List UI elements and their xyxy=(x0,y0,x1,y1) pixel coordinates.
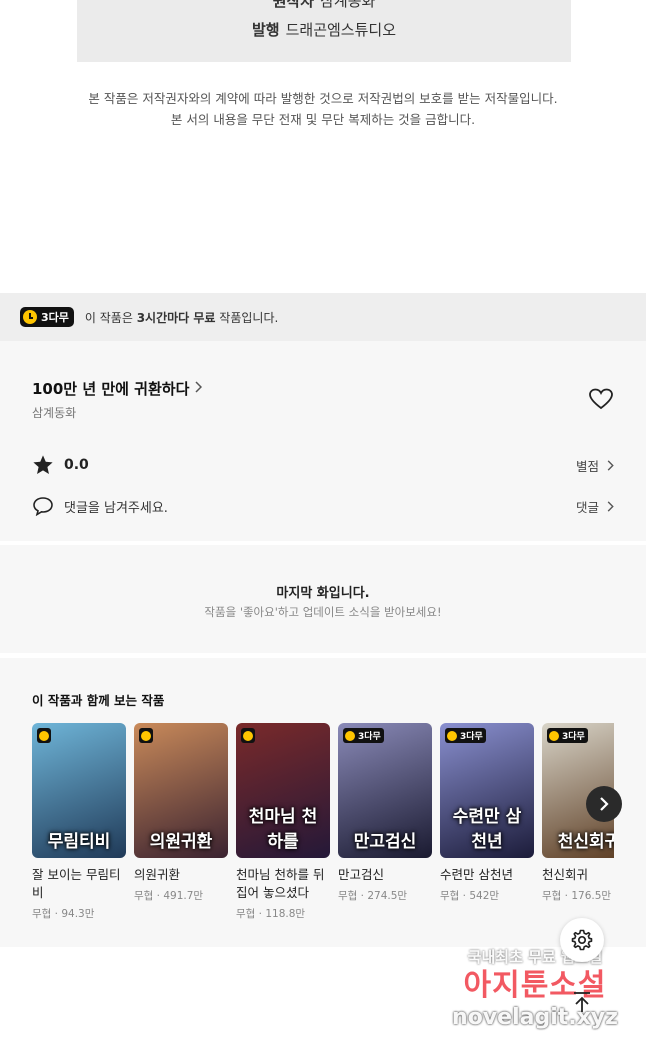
recommendation-title[interactable]: 잘 보이는 무림티비 xyxy=(32,866,126,902)
chevron-right-icon xyxy=(607,500,614,512)
clock-icon xyxy=(447,730,457,741)
chevron-right-icon xyxy=(600,797,609,811)
recommendation-cover[interactable]: 3다무만고검신 xyxy=(338,723,432,858)
clock-icon xyxy=(141,730,151,741)
free-notice-text: 이 작품은 3시간마다 무료 작품입니다. xyxy=(84,310,279,325)
free-badge xyxy=(139,728,153,743)
last-episode-panel: 마지막 화입니다. 작품을 '좋아요'하고 업데이트 소식을 받아보세요! xyxy=(0,545,646,653)
recommendation-meta: 무협 · 94.3만 xyxy=(32,908,95,920)
recommendation-card[interactable]: 3다무 만고검신 만고검신 무협 · 274.5만 xyxy=(338,723,432,903)
recommendations-heading: 이 작품과 함께 보는 작품 xyxy=(32,693,165,708)
recommendation-cover[interactable]: 무림티비 xyxy=(32,723,126,858)
recommendation-title[interactable]: 천마님 천하를 뒤집어 놓으셨다 xyxy=(236,866,330,902)
cover-title: 만고검신 xyxy=(353,832,417,852)
copyright-line-2: 본 서의 내용을 무단 전재 및 무단 복제하는 것을 금합니다. xyxy=(170,112,476,127)
free-badge xyxy=(241,728,255,743)
original-author-line: 원작자 삼계동화 xyxy=(77,0,571,11)
star-icon xyxy=(32,454,54,476)
recommendation-meta: 무협 · 491.7만 xyxy=(134,890,204,902)
publisher-label: 발행 xyxy=(251,21,280,39)
chevron-right-icon xyxy=(607,459,614,471)
original-author-label: 원작자 xyxy=(272,0,315,10)
clock-icon xyxy=(23,310,37,324)
recommendation-cover[interactable]: 의원귀환 xyxy=(134,723,228,858)
free-notice-bar: 3다무 이 작품은 3시간마다 무료 작품입니다. xyxy=(0,293,646,341)
gear-icon xyxy=(571,929,593,951)
copyright-notice: 본 작품은 저작권자와의 계약에 따라 발행한 것으로 저작권법의 보호를 받는… xyxy=(0,88,646,130)
arrow-up-icon xyxy=(574,992,590,1012)
comment-row: 댓글을 남겨주세요. 댓글 xyxy=(32,496,614,517)
cover-title: 천신회귀 xyxy=(557,832,614,852)
clock-icon xyxy=(243,730,253,741)
heart-icon[interactable] xyxy=(588,387,614,411)
free-badge: 3다무 xyxy=(445,728,486,743)
free-badge xyxy=(37,728,51,743)
recommendation-card[interactable]: 무림티비잘 보이는 무림티비무협 · 94.3만 xyxy=(32,723,126,921)
recommendation-meta: 무협 · 542만 xyxy=(440,890,500,902)
recommendations-section: 이 작품과 함께 보는 작품 무림티비 잘 보이는 무림티비 무협 · 94.3만 의… xyxy=(0,658,646,947)
recommendation-title[interactable]: 수련만 삼천년 xyxy=(440,866,534,884)
recommendation-card[interactable]: 3다무 수련만 삼천년 수련만 삼천년 무협 · 542만 xyxy=(440,723,534,903)
work-title-link[interactable]: 100만 년 만에 귀환하다 xyxy=(32,378,203,399)
work-author: 삼계동화 xyxy=(32,406,77,420)
comment-icon xyxy=(32,496,54,517)
rating-value: 0.0 xyxy=(64,457,89,473)
free-badge-label: 3다무 xyxy=(41,311,69,324)
scroll-top-button[interactable] xyxy=(562,982,602,1022)
cover-title: 수련만 삼천년 xyxy=(452,807,522,852)
work-title: 100만 년 만에 귀환하다 xyxy=(32,380,190,398)
original-author-value: 삼계동화 xyxy=(320,0,376,10)
last-episode-title: 마지막 화입니다. xyxy=(276,586,370,601)
recommendation-card[interactable]: 의원귀환 의원귀환 무협 · 491.7만 xyxy=(134,723,228,903)
watermark-line-1: 국내최초 무료 웹소설 xyxy=(467,948,603,966)
recommendation-meta: 무협 · 176.5만 xyxy=(542,890,612,902)
work-info-panel: 100만 년 만에 귀환하다 삼계동화 0.0 별점 댓글을 남겨주세요. 댓글 xyxy=(0,341,646,541)
recommendation-cover[interactable]: 3다무수련만 삼천년 xyxy=(440,723,534,858)
watermark-line-2: 아지툰소설 xyxy=(463,968,607,1003)
rating-row: 0.0 별점 xyxy=(32,454,614,476)
last-episode-subtitle: 작품을 '좋아요'하고 업데이트 소식을 받아보세요! xyxy=(204,605,442,619)
rate-link[interactable]: 별점 xyxy=(576,456,614,475)
free-badge: 3다무 xyxy=(20,307,74,327)
clock-icon xyxy=(39,730,49,741)
cover-title: 의원귀환 xyxy=(149,832,213,852)
publisher-line: 발행 드래곤엠스튜디오 xyxy=(77,19,571,40)
publisher-value: 드래곤엠스튜디오 xyxy=(285,21,396,39)
settings-button[interactable] xyxy=(560,918,604,962)
recommendation-title[interactable]: 의원귀환 xyxy=(134,866,228,884)
recommendation-cover[interactable]: 천마님 천하를 xyxy=(236,723,330,858)
clock-icon xyxy=(345,730,355,741)
recommendation-meta: 무협 · 118.8만 xyxy=(236,908,306,920)
cover-title: 무림티비 xyxy=(47,832,111,852)
clock-icon xyxy=(549,730,559,741)
recommendations-list: 무림티비 잘 보이는 무림티비 무협 · 94.3만 의원귀환 의원귀환 무협 · 491… xyxy=(32,723,614,943)
chevron-right-icon xyxy=(194,380,203,397)
cover-title: 천마님 천하를 xyxy=(248,807,318,852)
credits-box: 원작자 삼계동화 발행 드래곤엠스튜디오 xyxy=(77,0,571,62)
free-badge: 3다무 xyxy=(547,728,588,743)
recommendation-title[interactable]: 만고검신 xyxy=(338,866,432,884)
recommendation-meta: 무협 · 274.5만 xyxy=(338,890,408,902)
recommendation-card[interactable]: 천마님 천하를천마님 천하를 뒤집어 놓으셨다무협 · 118.8만 xyxy=(236,723,330,921)
carousel-next-button[interactable] xyxy=(586,786,622,822)
watermark-line-3: novelagit.xyz xyxy=(452,1005,618,1030)
copyright-line-1: 본 작품은 저작권자와의 계약에 따라 발행한 것으로 저작권법의 보호를 받는… xyxy=(88,91,558,106)
recommendation-title[interactable]: 천신회귀 xyxy=(542,866,614,884)
comment-prompt[interactable]: 댓글을 남겨주세요. xyxy=(64,497,168,516)
watermark: 국내최초 무료 웹소설 아지툰소설 novelagit.xyz xyxy=(430,946,640,1030)
comments-link[interactable]: 댓글 xyxy=(576,497,614,516)
free-badge: 3다무 xyxy=(343,728,384,743)
